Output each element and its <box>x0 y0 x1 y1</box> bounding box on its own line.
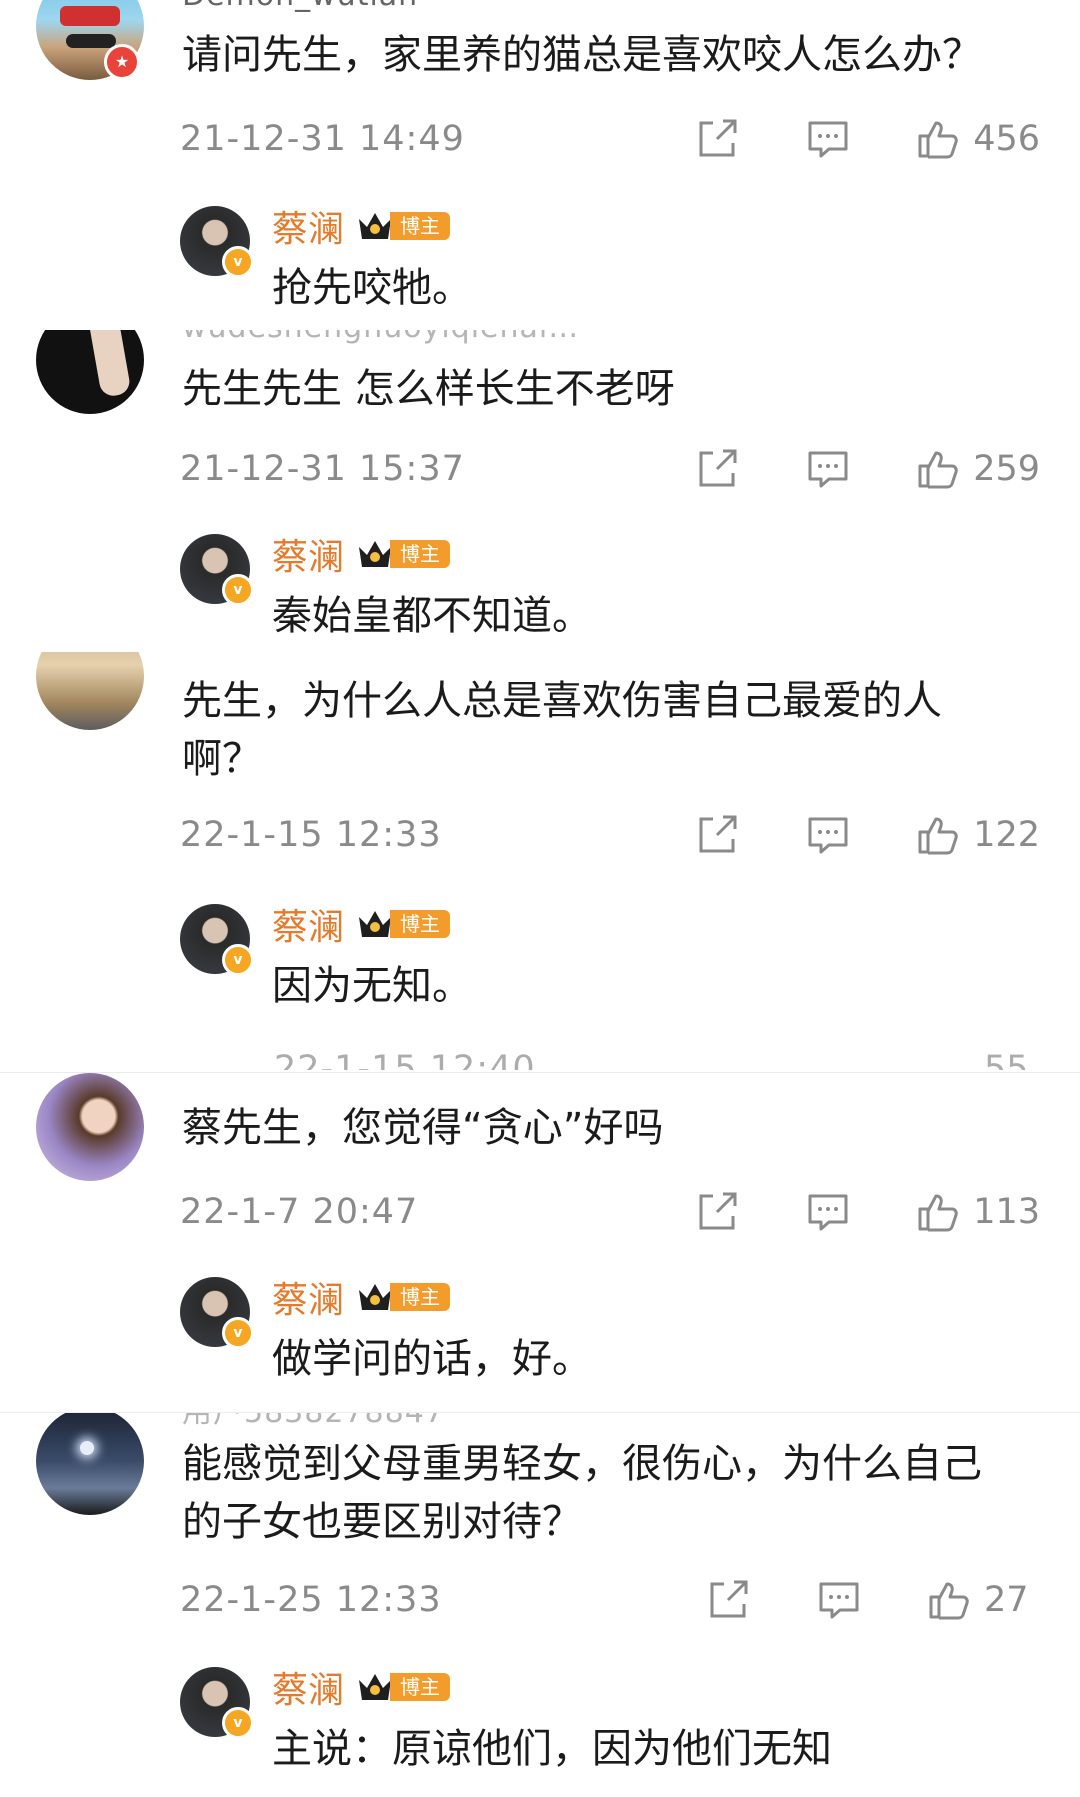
crown-icon: 博主 <box>356 537 451 571</box>
reply-author-name: 蔡澜 <box>272 907 345 948</box>
like-icon[interactable] <box>917 449 959 489</box>
comment-card: wudeshenghuoyiqiehai… 先生先生 怎么样长生不老呀 21-1… <box>0 330 1080 652</box>
user-badge-icon: ★ <box>104 44 140 80</box>
user-avatar[interactable] <box>36 652 144 730</box>
comment-meta: 22-1-15 12:33 122 <box>180 810 1040 860</box>
blogger-tag: 博主 <box>390 540 451 568</box>
share-icon[interactable] <box>697 815 739 855</box>
comment-time: 22-1-15 12:33 <box>180 815 442 855</box>
comment-text: 先生先生 怎么样长生不老呀 <box>182 366 675 412</box>
like-icon[interactable] <box>917 119 959 159</box>
reply-text: 秦始皇都不知道。 <box>272 593 592 639</box>
reply-author-name: 蔡澜 <box>272 537 345 578</box>
verified-icon: v <box>222 1707 254 1739</box>
share-icon[interactable] <box>697 119 739 159</box>
reply-author[interactable]: 蔡澜 博主 <box>272 200 451 252</box>
reply-author[interactable]: 蔡澜 博主 <box>272 1271 451 1323</box>
comment-text: 请问先生，家里养的猫总是喜欢咬人怎么办？ <box>182 32 982 78</box>
crown-icon: 博主 <box>356 1670 451 1704</box>
comment-icon[interactable] <box>807 1192 849 1232</box>
comment-username[interactable]: wudeshenghuoyiqiehai… <box>182 330 579 345</box>
blogger-tag: 博主 <box>390 212 451 240</box>
comment-meta: 22-1-25 12:33 27 <box>180 1575 1040 1625</box>
comment-icon[interactable] <box>818 1580 860 1620</box>
comment-icon[interactable] <box>807 449 849 489</box>
verified-icon: v <box>222 1317 254 1349</box>
comment-time: 21-12-31 14:49 <box>180 119 465 159</box>
user-avatar[interactable] <box>36 1413 144 1515</box>
reply-text: 做学问的话，好。 <box>272 1336 592 1382</box>
verified-icon: v <box>222 246 254 278</box>
comment-card: ★ Demon_wutian 请问先生，家里养的猫总是喜欢咬人怎么办？ 21-1… <box>0 0 1080 330</box>
blogger-tag: 博主 <box>390 1673 451 1701</box>
comment-card: 用户5838278847 能感觉到父母重男轻女，很伤心，为什么自己的子女也要区别… <box>0 1412 1080 1797</box>
like-icon[interactable] <box>917 1192 959 1232</box>
crown-icon: 博主 <box>356 1280 451 1314</box>
user-avatar[interactable] <box>36 1073 144 1181</box>
like-count: 259 <box>973 449 1040 489</box>
like-count: 122 <box>973 815 1040 855</box>
comment-text: 能感觉到父母重男轻女，很伤心，为什么自己的子女也要区别对待？ <box>182 1441 982 1545</box>
reply-author[interactable]: 蔡澜 博主 <box>272 898 451 950</box>
reply-author-name: 蔡澜 <box>272 209 345 250</box>
comment-meta: 21-12-31 14:49 456 <box>180 114 1040 164</box>
comment-icon[interactable] <box>807 815 849 855</box>
comment-meta: 21-12-31 15:37 259 <box>180 444 1040 494</box>
reply-text: 主说：原谅他们，因为他们无知 <box>272 1726 832 1772</box>
like-icon[interactable] <box>928 1580 970 1620</box>
share-icon[interactable] <box>708 1580 750 1620</box>
blogger-tag: 博主 <box>390 1283 451 1311</box>
comment-time: 22-1-25 12:33 <box>180 1580 442 1620</box>
comment-text: 蔡先生，您觉得“贪心”好吗 <box>182 1105 664 1151</box>
comment-time: 22-1-7 20:47 <box>180 1192 419 1232</box>
share-icon[interactable] <box>697 449 739 489</box>
share-icon[interactable] <box>697 1192 739 1232</box>
like-icon[interactable] <box>917 815 959 855</box>
comment-time: 21-12-31 15:37 <box>180 449 465 489</box>
like-count: 27 <box>984 1580 1029 1620</box>
crown-icon: 博主 <box>356 907 451 941</box>
reply-author[interactable]: 蔡澜 博主 <box>272 1661 451 1713</box>
comment-username[interactable]: 用户5838278847 <box>182 1413 445 1431</box>
clipped-time: 22-1-15 12:40 <box>274 1049 536 1070</box>
comment-card: 先生，为什么人总是喜欢伤害自己最爱的人啊？ 22-1-15 12:33 122 … <box>0 652 1080 1070</box>
comment-icon[interactable] <box>807 119 849 159</box>
verified-icon: v <box>222 574 254 606</box>
user-avatar[interactable] <box>36 330 144 414</box>
like-count: 113 <box>973 1192 1040 1232</box>
clipped-meta: 22-1-15 12:40 55 <box>180 1044 1040 1070</box>
crown-icon: 博主 <box>356 209 451 243</box>
comment-text: 先生，为什么人总是喜欢伤害自己最爱的人啊？ <box>182 678 942 782</box>
reply-author-name: 蔡澜 <box>272 1280 345 1321</box>
comment-card: 蔡先生，您觉得“贪心”好吗 22-1-7 20:47 113 v 蔡澜 博主 做… <box>0 1072 1080 1413</box>
reply-author[interactable]: 蔡澜 博主 <box>272 528 451 580</box>
verified-icon: v <box>222 944 254 976</box>
blogger-tag: 博主 <box>390 910 451 938</box>
reply-text: 因为无知。 <box>272 963 472 1009</box>
like-count: 456 <box>973 119 1040 159</box>
clipped-like-count: 55 <box>984 1049 1029 1070</box>
reply-text: 抢先咬牠。 <box>272 265 472 311</box>
comment-meta: 22-1-7 20:47 113 <box>180 1187 1040 1237</box>
reply-author-name: 蔡澜 <box>272 1670 345 1711</box>
comment-username[interactable]: Demon_wutian <box>182 0 418 13</box>
